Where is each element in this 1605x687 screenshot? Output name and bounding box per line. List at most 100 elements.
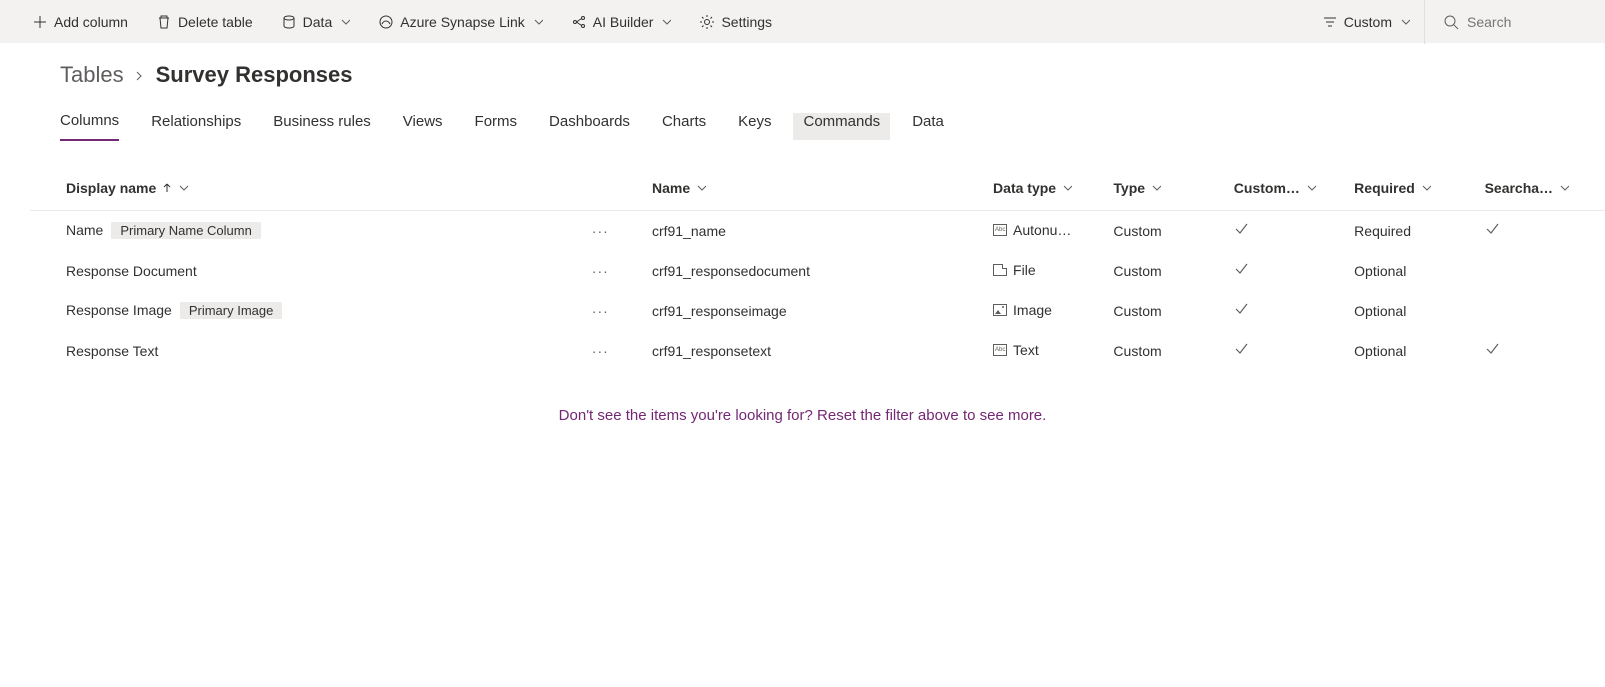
- settings-button[interactable]: Settings: [685, 0, 786, 44]
- col-header-datatype[interactable]: Data type: [993, 180, 1072, 196]
- check-icon: [1234, 303, 1248, 319]
- check-icon: [1234, 263, 1248, 279]
- col-header-display-name[interactable]: Display name: [66, 180, 188, 196]
- tab-views[interactable]: Views: [403, 113, 443, 140]
- cell-name: crf91_responseimage: [652, 291, 993, 331]
- cell-required: Required: [1354, 211, 1484, 251]
- cell-type: Custom: [1113, 211, 1233, 251]
- col-header-custom[interactable]: Custom…: [1234, 180, 1316, 196]
- ai-builder-icon: [571, 14, 587, 30]
- search-input[interactable]: [1467, 14, 1587, 30]
- col-header-searchable[interactable]: Searcha…: [1485, 180, 1569, 196]
- row-more-button[interactable]: ···: [592, 211, 652, 251]
- row-more-button[interactable]: ···: [592, 251, 652, 291]
- cell-required: Optional: [1354, 251, 1484, 291]
- cell-datatype: Text: [993, 342, 1039, 358]
- cell-name: crf91_responsedocument: [652, 251, 993, 291]
- tab-data[interactable]: Data: [912, 113, 944, 140]
- breadcrumb-separator: [134, 62, 146, 88]
- delete-table-label: Delete table: [178, 14, 253, 30]
- table-row[interactable]: Response Document ···crf91_responsedocume…: [30, 251, 1605, 291]
- cell-display-name: Response Image: [66, 302, 172, 318]
- tab-commands[interactable]: Commands: [793, 113, 890, 140]
- synapse-label: Azure Synapse Link: [400, 14, 525, 30]
- add-column-label: Add column: [54, 14, 128, 30]
- cell-display-name: Response Document: [66, 263, 197, 279]
- cell-custom: [1234, 251, 1354, 291]
- data-menu-button[interactable]: Data: [267, 0, 365, 44]
- reset-filter-message[interactable]: Don't see the items you're looking for? …: [0, 371, 1605, 424]
- chevron-down-icon: [533, 17, 543, 27]
- breadcrumb-root[interactable]: Tables: [60, 62, 124, 88]
- check-icon: [1234, 223, 1248, 239]
- table-row[interactable]: Response Text ···crf91_responsetextText Cu…: [30, 331, 1605, 371]
- search-box[interactable]: [1424, 0, 1587, 44]
- chevron-down-icon: [1062, 183, 1072, 193]
- check-icon: [1485, 223, 1499, 239]
- chevron-down-icon: [1421, 183, 1431, 193]
- command-bar: Add column Delete table Data Azure Synap…: [0, 0, 1605, 44]
- columns-grid: Display name Name Data type Type Custom……: [30, 172, 1605, 371]
- table-row[interactable]: Response ImagePrimary Image···crf91_resp…: [30, 291, 1605, 331]
- chevron-down-icon: [340, 17, 350, 27]
- tab-business-rules[interactable]: Business rules: [273, 113, 371, 140]
- col-header-required[interactable]: Required: [1354, 180, 1431, 196]
- filter-icon: [1322, 14, 1338, 30]
- delete-table-button[interactable]: Delete table: [142, 0, 267, 44]
- cell-display-name: Response Text: [66, 343, 158, 359]
- datatype-icon: [993, 344, 1007, 356]
- col-header-name[interactable]: Name: [652, 180, 706, 196]
- chevron-down-icon: [696, 183, 706, 193]
- check-icon: [1485, 343, 1499, 359]
- custom-filter-button[interactable]: Custom: [1308, 0, 1424, 44]
- tab-charts[interactable]: Charts: [662, 113, 706, 140]
- add-column-button[interactable]: Add column: [18, 0, 142, 44]
- data-menu-label: Data: [303, 14, 333, 30]
- cell-searchable: [1485, 251, 1605, 291]
- tab-dashboards[interactable]: Dashboards: [549, 113, 630, 140]
- chevron-down-icon: [1400, 17, 1410, 27]
- tab-columns[interactable]: Columns: [60, 112, 119, 141]
- column-badge: Primary Name Column: [111, 222, 260, 239]
- tab-forms[interactable]: Forms: [475, 113, 518, 140]
- custom-filter-label: Custom: [1344, 14, 1392, 30]
- chevron-down-icon: [661, 17, 671, 27]
- trash-icon: [156, 14, 172, 30]
- synapse-menu-button[interactable]: Azure Synapse Link: [364, 0, 557, 44]
- chevron-down-icon: [1151, 183, 1161, 193]
- database-icon: [281, 14, 297, 30]
- row-more-button[interactable]: ···: [592, 331, 652, 371]
- cell-type: Custom: [1113, 331, 1233, 371]
- plus-icon: [32, 14, 48, 30]
- breadcrumb-current: Survey Responses: [156, 62, 353, 88]
- ai-builder-menu-button[interactable]: AI Builder: [557, 0, 686, 44]
- cell-datatype: File: [993, 262, 1036, 278]
- cell-custom: [1234, 331, 1354, 371]
- chevron-down-icon: [1559, 183, 1569, 193]
- cell-custom: [1234, 211, 1354, 251]
- cell-name: crf91_name: [652, 211, 993, 251]
- cell-type: Custom: [1113, 291, 1233, 331]
- table-row[interactable]: NamePrimary Name Column···crf91_nameAuto…: [30, 211, 1605, 251]
- datatype-icon: [993, 264, 1007, 276]
- cell-name: crf91_responsetext: [652, 331, 993, 371]
- row-more-button[interactable]: ···: [592, 291, 652, 331]
- col-header-display-name-label: Display name: [66, 180, 156, 196]
- cell-type: Custom: [1113, 251, 1233, 291]
- tab-keys[interactable]: Keys: [738, 113, 771, 140]
- cell-searchable: [1485, 291, 1605, 331]
- settings-label: Settings: [721, 14, 772, 30]
- cell-searchable: [1485, 211, 1605, 251]
- col-header-type[interactable]: Type: [1113, 180, 1161, 196]
- cell-custom: [1234, 291, 1354, 331]
- cell-searchable: [1485, 331, 1605, 371]
- check-icon: [1234, 343, 1248, 359]
- sort-asc-icon: [162, 183, 172, 193]
- tab-strip: Columns Relationships Business rules Views F…: [0, 88, 1605, 142]
- chevron-down-icon: [178, 183, 188, 193]
- breadcrumb: Tables Survey Responses: [0, 44, 1605, 88]
- gear-icon: [699, 14, 715, 30]
- search-icon: [1443, 14, 1459, 30]
- synapse-icon: [378, 14, 394, 30]
- tab-relationships[interactable]: Relationships: [151, 113, 241, 140]
